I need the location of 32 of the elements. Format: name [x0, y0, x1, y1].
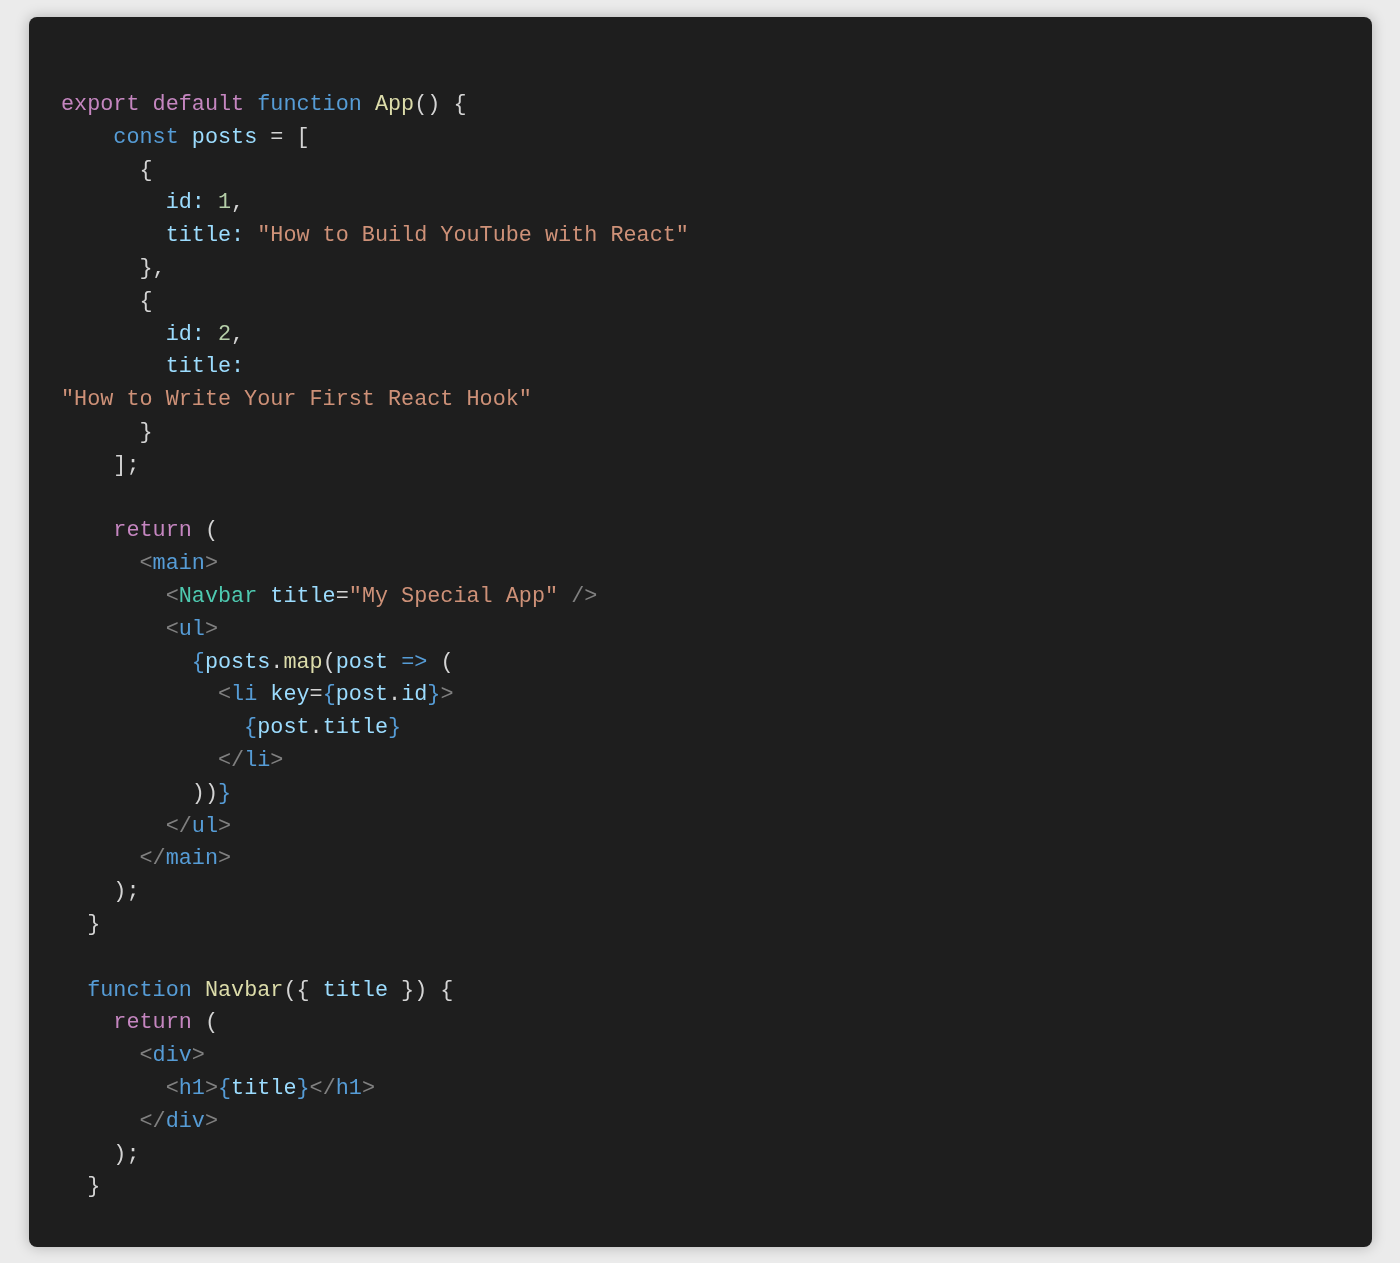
code-line: {: [138, 287, 153, 316]
code-line: <Navbar title="My Special App" />: [164, 582, 598, 611]
code-line: <main>: [138, 550, 218, 579]
code-line: function Navbar({ title }) {: [86, 976, 454, 1005]
code-line: export default function App() {: [61, 91, 467, 119]
code-line: {: [138, 156, 153, 185]
code-line: <div>: [138, 1042, 205, 1071]
code-line: );: [112, 1140, 140, 1169]
code-line: title:: [164, 353, 245, 382]
code-line: </div>: [138, 1107, 218, 1136]
code-line: {posts.map(post => (: [190, 648, 454, 677]
code-line: }: [138, 418, 153, 447]
code-line: );: [112, 878, 140, 907]
code-line: <li key={post.id}>: [216, 681, 454, 710]
code-line: }: [86, 1173, 101, 1202]
code-line: ];: [112, 451, 140, 480]
code-line: return (: [112, 1009, 218, 1038]
code-line: title: "How to Build YouTube with React": [164, 222, 689, 251]
code-line: "How to Write Your First React Hook": [61, 386, 532, 415]
code-line: <h1>{title}</h1>: [164, 1074, 376, 1103]
code-line: </li>: [216, 746, 284, 775]
code-line: }: [86, 910, 101, 939]
code-line: ))}: [190, 779, 232, 808]
code-line: {post.title}: [243, 714, 402, 743]
code-line: return (: [112, 517, 218, 546]
code-line: const posts = [: [112, 123, 310, 152]
code-line: </ul>: [164, 812, 232, 841]
code-line: </main>: [138, 845, 232, 874]
code-line: <ul>: [164, 615, 218, 644]
code-line: id: 1,: [164, 189, 245, 218]
code-line: },: [138, 255, 166, 283]
code-line: id: 2,: [164, 320, 245, 349]
